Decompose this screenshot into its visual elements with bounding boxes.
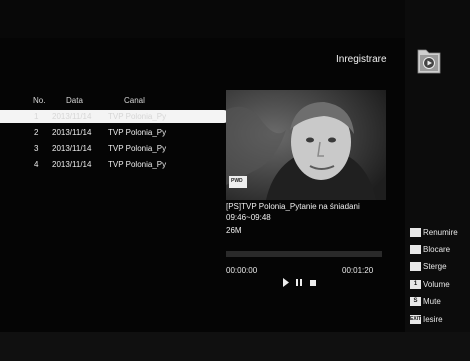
item-date: 2013/11/14 xyxy=(52,112,92,121)
column-date: Data xyxy=(66,96,83,105)
mute-key-icon: S xyxy=(410,297,421,306)
playback-progress-bar[interactable] xyxy=(226,251,382,257)
exit-key-icon: EXIT xyxy=(410,315,422,324)
list-item[interactable]: 2 2013/11/14 TVP Polonia_Py xyxy=(0,126,230,139)
key-volume[interactable]: 1 Volume xyxy=(410,280,470,292)
recording-time-range: 09:46~09:48 xyxy=(226,213,271,222)
bottom-bar xyxy=(0,332,470,361)
key-label: Mute xyxy=(423,297,441,306)
page-title: Inregistrare xyxy=(336,54,387,65)
item-date: 2013/11/14 xyxy=(52,128,92,137)
key-label: Volume xyxy=(423,280,450,289)
recording-size: 26M xyxy=(226,226,242,235)
key-lock[interactable]: Blocare xyxy=(410,245,470,257)
item-number: 1 xyxy=(34,112,39,121)
list-header: No. Data Canal xyxy=(0,96,230,108)
item-channel: TVP Polonia_Py xyxy=(108,144,167,153)
list-item[interactable]: 1 2013/11/14 TVP Polonia_Py xyxy=(0,110,230,123)
item-number: 2 xyxy=(34,128,39,137)
folder-play-icon xyxy=(417,49,441,74)
item-number: 4 xyxy=(34,160,39,169)
playback-controls xyxy=(282,278,322,288)
column-channel: Canal xyxy=(124,96,145,105)
key-label: Blocare xyxy=(423,245,451,254)
play-icon[interactable] xyxy=(282,278,290,287)
list-item[interactable]: 4 2013/11/14 TVP Polonia_Py xyxy=(0,158,230,171)
color-key-icon xyxy=(410,245,421,254)
item-number: 3 xyxy=(34,144,39,153)
pause-icon[interactable] xyxy=(295,278,303,287)
total-time: 00:01:20 xyxy=(342,266,374,275)
color-key-icon xyxy=(410,262,421,271)
color-key-icon xyxy=(410,228,421,237)
video-preview: PWD xyxy=(226,90,386,200)
key-mute[interactable]: S Mute xyxy=(410,297,470,309)
recording-name: [PS]TVP Polonia_Pytanie na śniadani xyxy=(226,202,360,211)
key-delete[interactable]: Sterge xyxy=(410,262,470,274)
top-bar xyxy=(0,0,470,38)
item-channel: TVP Polonia_Py xyxy=(108,160,167,169)
key-label: Sterge xyxy=(423,262,447,271)
item-channel: TVP Polonia_Py xyxy=(108,112,167,121)
number-key-icon: 1 xyxy=(410,280,421,289)
key-exit[interactable]: EXIT Iesire xyxy=(410,315,470,327)
key-label: Iesire xyxy=(423,315,443,324)
item-date: 2013/11/14 xyxy=(52,160,92,169)
key-label: Renumire xyxy=(423,228,458,237)
stop-icon[interactable] xyxy=(309,278,317,287)
item-channel: TVP Polonia_Py xyxy=(108,128,167,137)
list-item[interactable]: 3 2013/11/14 TVP Polonia_Py xyxy=(0,142,230,155)
preview-image xyxy=(226,90,386,200)
channel-logo-text: PWD xyxy=(231,178,243,184)
elapsed-time: 00:00:00 xyxy=(226,266,258,275)
item-date: 2013/11/14 xyxy=(52,144,92,153)
column-no: No. xyxy=(33,96,46,105)
key-renumber[interactable]: Renumire xyxy=(410,228,470,240)
